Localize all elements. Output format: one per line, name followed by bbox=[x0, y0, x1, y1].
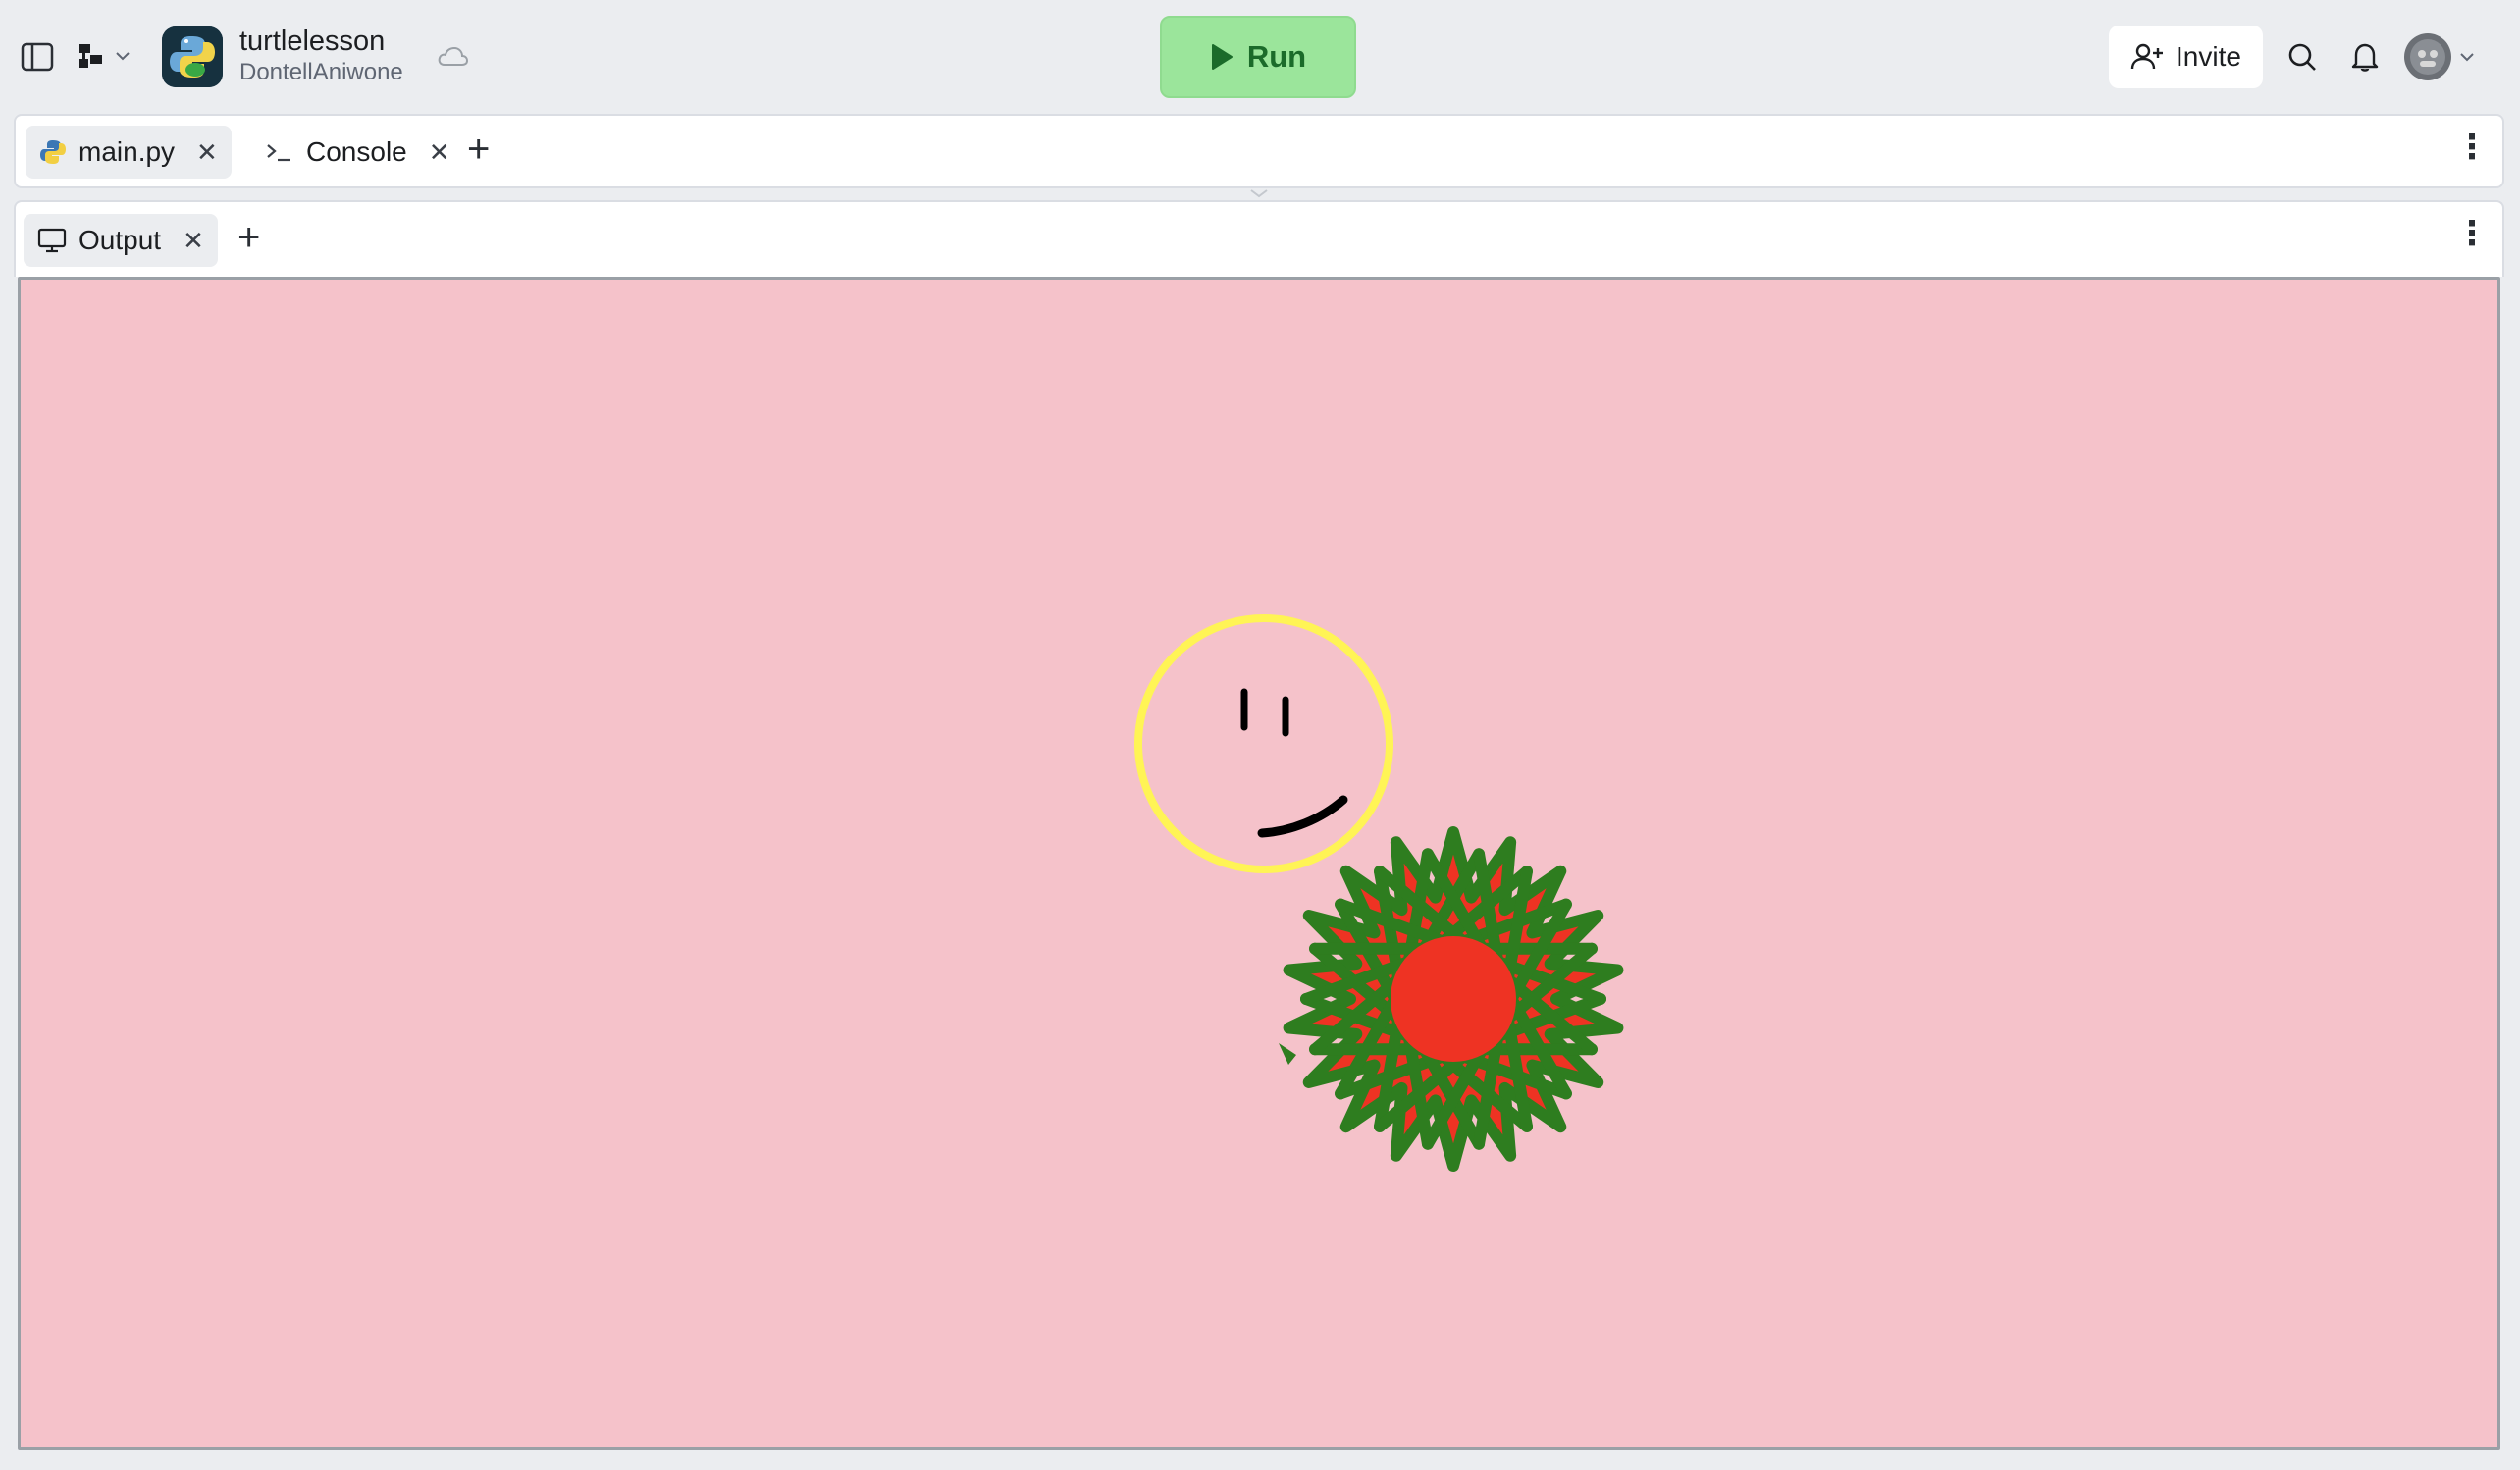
repl-title[interactable]: turtlelesson bbox=[239, 26, 385, 58]
star-flower bbox=[1283, 826, 1624, 1172]
run-label: Run bbox=[1246, 39, 1307, 74]
turtle-cursor bbox=[1279, 1043, 1296, 1065]
top-bar: turtlelesson DontellAniwone Run Invite bbox=[0, 0, 2520, 112]
tab-label: Console bbox=[306, 136, 407, 167]
repl-avatar[interactable] bbox=[162, 26, 223, 87]
python-file-icon bbox=[40, 140, 66, 164]
cloud-icon bbox=[436, 43, 469, 69]
turtle-drawing bbox=[1134, 614, 1624, 1172]
tab-label: main.py bbox=[79, 136, 176, 167]
bell-icon[interactable] bbox=[2347, 39, 2383, 75]
close-icon[interactable]: ✕ bbox=[183, 226, 204, 256]
add-user-icon bbox=[2130, 43, 2164, 70]
avatar[interactable] bbox=[2404, 33, 2451, 80]
play-icon bbox=[1211, 44, 1233, 70]
tab-label: Output bbox=[79, 225, 162, 255]
chevron-down-icon[interactable] bbox=[112, 45, 133, 67]
file-tree-icon[interactable] bbox=[75, 39, 108, 73]
avatar-chevron-down-icon[interactable] bbox=[2457, 47, 2477, 67]
panel-divider-handle[interactable] bbox=[1248, 186, 1270, 198]
editor-tab-bar: main.py ✕ Console ✕ + ⋮ bbox=[14, 114, 2504, 188]
run-button[interactable]: Run bbox=[1160, 16, 1356, 98]
close-icon[interactable]: ✕ bbox=[429, 137, 450, 168]
add-tab-button[interactable]: + bbox=[237, 218, 260, 257]
repl-owner[interactable]: DontellAniwone bbox=[239, 59, 403, 86]
tab-output[interactable]: Output ✕ bbox=[24, 214, 218, 267]
monitor-icon bbox=[37, 228, 67, 253]
more-options-icon[interactable]: ⋮ bbox=[2455, 128, 2489, 167]
close-icon[interactable]: ✕ bbox=[196, 137, 218, 168]
invite-button[interactable]: Invite bbox=[2109, 26, 2263, 88]
tab-console[interactable]: Console ✕ bbox=[251, 126, 464, 179]
output-tab-bar: Output ✕ + ⋮ bbox=[14, 200, 2504, 277]
more-options-icon[interactable]: ⋮ bbox=[2455, 214, 2489, 253]
smiley-face bbox=[1134, 614, 1393, 873]
search-icon[interactable] bbox=[2284, 39, 2320, 75]
add-tab-button[interactable]: + bbox=[467, 130, 490, 169]
sidebar-toggle-icon[interactable] bbox=[18, 37, 57, 77]
tab-main-py[interactable]: main.py ✕ bbox=[26, 126, 232, 179]
terminal-icon bbox=[267, 144, 290, 162]
python-logo-icon bbox=[162, 26, 223, 87]
invite-label: Invite bbox=[2176, 41, 2241, 72]
turtle-canvas[interactable] bbox=[18, 277, 2500, 1450]
